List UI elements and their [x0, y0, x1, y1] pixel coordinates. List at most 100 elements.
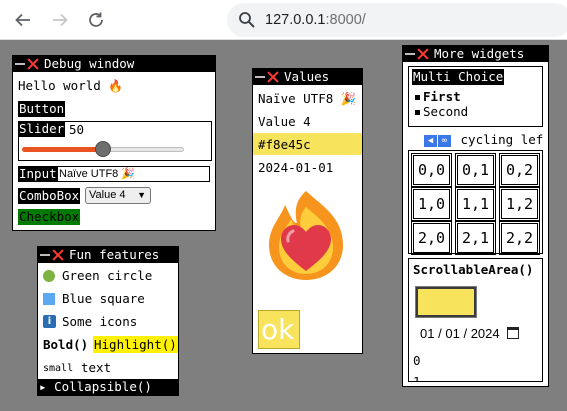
close-icon[interactable]	[267, 71, 279, 83]
grid-cell[interactable]: 1,2	[499, 187, 540, 221]
choice-first[interactable]: First	[415, 89, 461, 104]
collapse-icon[interactable]	[40, 254, 50, 256]
debug-window-titlebar[interactable]: Debug window	[13, 56, 215, 72]
party-icon: 🎉	[121, 167, 136, 180]
reload-icon	[89, 12, 103, 27]
collapsible-header[interactable]: ▸ Collapsible()	[38, 379, 178, 395]
checkbox[interactable]: Checkbox	[18, 209, 81, 225]
address-bar[interactable]: 127.0.0.1:8000/	[227, 3, 567, 37]
grid-cell[interactable]: 0,1	[455, 153, 496, 187]
fun-features-window: Fun features Green circle Blue square i …	[37, 246, 179, 396]
input-label: Input	[18, 166, 58, 182]
hello-text: Hello world 🔥	[18, 78, 123, 93]
button[interactable]: Button	[18, 101, 66, 117]
reload-button[interactable]	[84, 8, 108, 32]
fun-features-titlebar[interactable]: Fun features	[38, 247, 178, 263]
list-item: 0	[413, 353, 421, 368]
more-widgets-titlebar[interactable]: More widgets	[403, 46, 548, 62]
debug-window-title: Debug window	[44, 56, 135, 71]
ok-button[interactable]: ok	[258, 310, 300, 349]
combobox-label: ComboBox	[18, 188, 81, 204]
date-input[interactable]: 01 / 01 / 2024	[420, 326, 520, 341]
cycling-label: cycling lef	[460, 132, 544, 147]
scrollable-area[interactable]: ScrollableArea() 01 / 01 / 2024 0 1	[408, 258, 543, 382]
values-window: Values Naïve UTF8 🎉 Value 4 #f8e45c 2024…	[252, 68, 363, 354]
debug-window: Debug window Hello world 🔥 Button Slider…	[12, 55, 216, 231]
highlight-text: Highlight()	[93, 336, 178, 353]
slider-fill	[22, 147, 103, 152]
arrow-right-icon	[53, 13, 68, 27]
collapsible-label: Collapsible()	[54, 379, 152, 394]
search-icon	[239, 12, 255, 28]
grid-cell[interactable]: 0,0	[411, 153, 452, 187]
grid-cell[interactable]: 2,0	[411, 221, 452, 255]
scrollable-title: ScrollableArea()	[413, 262, 534, 277]
calendar-icon[interactable]	[507, 327, 520, 339]
normal-text: text	[81, 360, 112, 375]
date-year: 2024	[470, 326, 500, 341]
list-item: 1	[413, 374, 421, 382]
text-value-row: Naïve UTF8 🎉	[258, 91, 356, 107]
bold-text: Bold()	[43, 337, 89, 352]
fun-features-title: Fun features	[69, 247, 160, 262]
grid-cell[interactable]: 1,0	[411, 187, 452, 221]
ok-label: ok	[261, 313, 295, 346]
small-text: small	[43, 363, 74, 374]
date-day: 01	[445, 326, 460, 341]
date-sep: /	[438, 326, 442, 341]
combobox-value: Value 4	[89, 189, 126, 201]
url-host: 127.0.0.1	[265, 12, 326, 28]
bullet-icon	[415, 95, 420, 100]
date-sep: /	[463, 326, 468, 341]
collapse-icon[interactable]	[255, 76, 265, 78]
browser-toolbar: 127.0.0.1:8000/	[0, 0, 567, 40]
back-button[interactable]	[11, 8, 35, 32]
grid-cell[interactable]: 0,2	[499, 153, 540, 187]
grid-cell[interactable]: 2,1	[455, 221, 496, 255]
expand-arrow-icon: ▸	[39, 379, 47, 394]
party-icon: 🎉	[340, 91, 357, 106]
green-circle-label: Green circle	[62, 268, 153, 283]
color-swatch[interactable]	[415, 286, 477, 318]
choice-second-label: Second	[423, 104, 469, 119]
combobox-select[interactable]: Value 4 ▼	[85, 187, 151, 204]
values-window-title: Values	[284, 69, 330, 84]
blue-square-label: Blue square	[62, 291, 145, 306]
choice-second[interactable]: Second	[415, 104, 468, 119]
info-icon: i	[43, 315, 56, 328]
grid-cell[interactable]: 1,1	[455, 187, 496, 221]
date-value: 2024-01-01	[258, 160, 334, 175]
more-widgets-title: More widgets	[434, 46, 525, 61]
input-field[interactable]: Naïve UTF8 🎉	[56, 166, 210, 182]
url-text: 127.0.0.1:8000/	[265, 12, 366, 28]
blue-square-icon	[43, 293, 55, 305]
date-month: 01	[420, 326, 435, 341]
cycling-row[interactable]: ◀ ∞ cycling lef	[424, 132, 543, 147]
text-value: Naïve UTF8	[258, 91, 334, 106]
choice-first-label: First	[423, 89, 461, 104]
fire-icon: 🔥	[108, 79, 124, 93]
close-icon[interactable]	[27, 58, 39, 70]
arrow-left-icon	[15, 13, 30, 27]
slider-label: Slider	[18, 121, 66, 137]
multi-choice-group: Multi Choice First Second	[408, 66, 543, 127]
collapse-icon[interactable]	[405, 53, 415, 55]
values-window-titlebar[interactable]: Values	[253, 69, 362, 85]
heart-on-fire-icon	[269, 191, 343, 280]
grid-group: 0,0 0,1 0,2 1,0 1,1 1,2 2,0 2,1 2,2	[408, 150, 543, 255]
close-icon[interactable]	[52, 249, 64, 261]
chevron-down-icon: ▼	[137, 190, 146, 200]
forward-button[interactable]	[48, 8, 72, 32]
repeat-icon: ∞	[438, 134, 451, 147]
hello-label: Hello world	[18, 78, 101, 93]
green-circle-icon	[43, 270, 55, 282]
input-value: Naïve UTF8	[59, 168, 119, 180]
more-widgets-window: More widgets Multi Choice First Second ◀…	[402, 45, 549, 387]
grid-cell[interactable]: 2,2	[499, 221, 540, 255]
slider-handle[interactable]	[95, 141, 111, 157]
slider-value: 50	[69, 122, 85, 137]
collapse-icon[interactable]	[15, 63, 25, 65]
combo-value: Value 4	[258, 114, 311, 129]
close-icon[interactable]	[417, 48, 429, 60]
url-port-path: :8000/	[325, 12, 366, 28]
